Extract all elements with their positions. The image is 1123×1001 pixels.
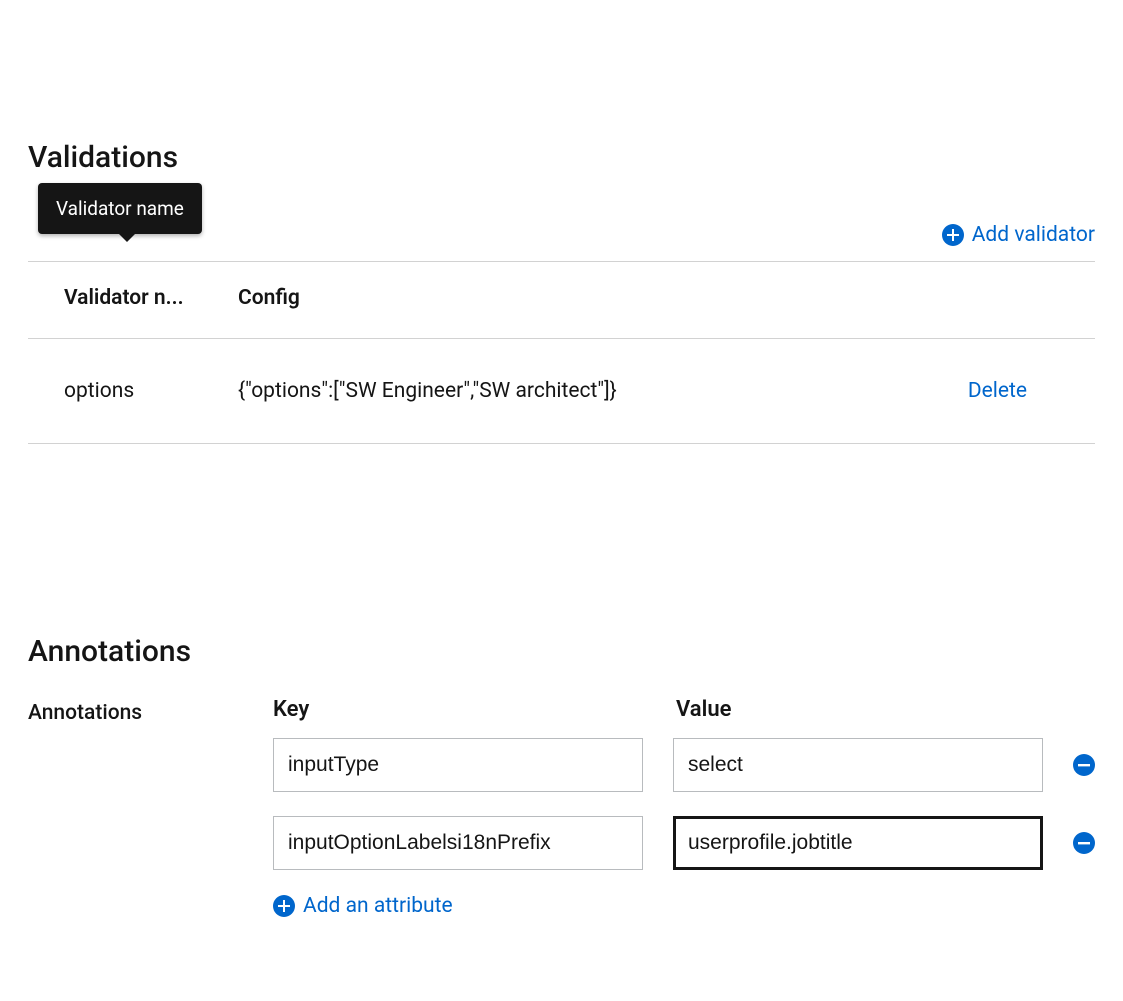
add-attribute-label: Add an attribute	[303, 894, 453, 918]
validator-name-cell: options	[28, 339, 238, 444]
minus-circle-icon	[1073, 832, 1095, 854]
annotation-value-input[interactable]	[673, 816, 1043, 870]
annotations-value-header: Value	[676, 697, 1046, 722]
annotation-row	[273, 816, 1095, 870]
minus-circle-icon	[1073, 754, 1095, 776]
annotation-row	[273, 738, 1095, 792]
annotation-key-input[interactable]	[273, 816, 643, 870]
annotation-key-input[interactable]	[273, 738, 643, 792]
validator-name-tooltip: Validator name	[38, 183, 202, 234]
remove-annotation-button[interactable]	[1073, 754, 1095, 776]
add-validator-button[interactable]: Add validator	[942, 223, 1095, 247]
validators-header-config: Config	[238, 262, 915, 339]
tooltip-text: Validator name	[56, 197, 184, 220]
add-attribute-button[interactable]: Add an attribute	[273, 894, 453, 918]
annotations-label: Annotations	[28, 697, 273, 725]
plus-circle-icon	[942, 224, 964, 246]
remove-annotation-button[interactable]	[1073, 832, 1095, 854]
validations-heading: Validations	[28, 140, 1095, 175]
validators-table: Validator n... Config options {"options"…	[28, 262, 1095, 444]
delete-button[interactable]: Delete	[968, 379, 1027, 403]
validators-header-name: Validator n...	[28, 262, 238, 339]
add-validator-label: Add validator	[972, 223, 1095, 247]
annotations-heading: Annotations	[28, 634, 1095, 669]
validator-config-cell: {"options":["SW Engineer","SW architect"…	[238, 339, 915, 444]
validators-header-actions	[915, 262, 1095, 339]
table-row: options {"options":["SW Engineer","SW ar…	[28, 339, 1095, 444]
annotations-key-header: Key	[273, 697, 643, 722]
plus-circle-icon	[273, 895, 295, 917]
annotation-value-input[interactable]	[673, 738, 1043, 792]
